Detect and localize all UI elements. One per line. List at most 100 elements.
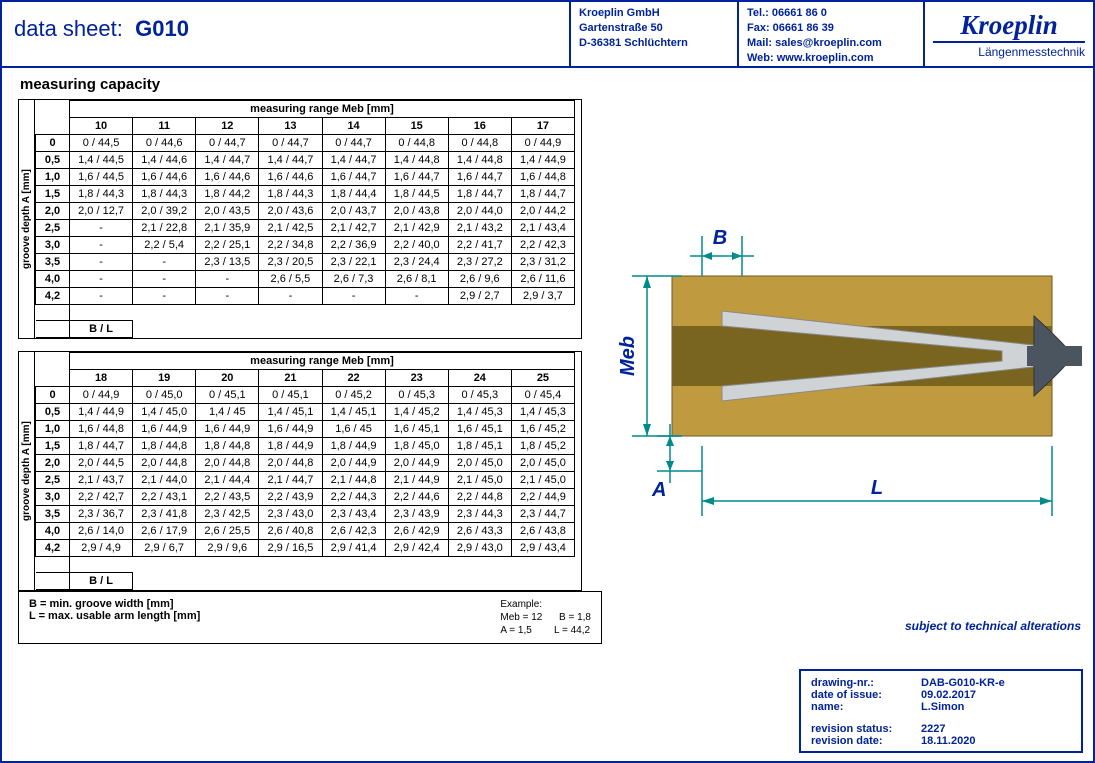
cell: 2,2 / 36,9 bbox=[322, 237, 385, 254]
brand-logo: Kroeplin Längenmesstechnik bbox=[923, 2, 1093, 66]
cell: 2,2 / 40,0 bbox=[385, 237, 448, 254]
cell: 2,2 / 42,7 bbox=[70, 489, 133, 506]
row-header: 1,5 bbox=[36, 186, 70, 203]
cell: 1,6 / 44,6 bbox=[259, 169, 322, 186]
cell: - bbox=[70, 254, 133, 271]
cell: 2,2 / 25,1 bbox=[196, 237, 259, 254]
dim-b-label: B bbox=[713, 227, 727, 249]
cell: 1,6 / 44,8 bbox=[511, 169, 574, 186]
cell: 2,3 / 31,2 bbox=[511, 254, 574, 271]
cell: 2,6 / 42,3 bbox=[322, 523, 385, 540]
cell: 1,8 / 44,8 bbox=[196, 438, 259, 455]
cell: - bbox=[70, 220, 133, 237]
info-v3: L.Simon bbox=[921, 701, 964, 713]
cell: 1,8 / 44,3 bbox=[70, 186, 133, 203]
cell: 1,4 / 45,0 bbox=[133, 404, 196, 421]
cell: 1,4 / 45,3 bbox=[448, 404, 511, 421]
table1-wrap: groove depth A [mm] measuring range Meb … bbox=[18, 99, 582, 339]
company-name: Kroeplin GmbH bbox=[579, 7, 660, 19]
row-header: 4,0 bbox=[36, 271, 70, 288]
cell: 2,3 / 43,4 bbox=[322, 506, 385, 523]
cell: 0 / 45,3 bbox=[385, 387, 448, 404]
cell: 1,8 / 44,4 bbox=[322, 186, 385, 203]
row-header: 4,2 bbox=[36, 288, 70, 305]
cell: 2,0 / 44,8 bbox=[196, 455, 259, 472]
cell: 2,1 / 44,8 bbox=[322, 472, 385, 489]
cell: 2,3 / 43,0 bbox=[259, 506, 322, 523]
cell: 2,1 / 44,4 bbox=[196, 472, 259, 489]
info-k2: date of issue: bbox=[811, 689, 921, 701]
cell: - bbox=[133, 271, 196, 288]
web-link[interactable]: www.kroeplin.com bbox=[777, 52, 874, 64]
company-city: D-36381 Schlüchtern bbox=[579, 37, 688, 49]
cell: 2,2 / 43,9 bbox=[259, 489, 322, 506]
cell: 1,6 / 44,8 bbox=[70, 421, 133, 438]
col-header: 14 bbox=[322, 118, 385, 135]
cell: - bbox=[259, 288, 322, 305]
row-header: 4,2 bbox=[36, 540, 70, 557]
cell: - bbox=[133, 254, 196, 271]
row-header: 0 bbox=[36, 135, 70, 152]
info-k3: name: bbox=[811, 701, 921, 713]
info-v5: 18.11.2020 bbox=[921, 735, 975, 747]
logo-brand: Kroeplin bbox=[959, 10, 1058, 40]
cell: 0 / 44,9 bbox=[511, 135, 574, 152]
cell: 0 / 44,7 bbox=[196, 135, 259, 152]
cell: 2,1 / 43,2 bbox=[448, 220, 511, 237]
info-k5: revision date: bbox=[811, 735, 921, 747]
cell: 1,8 / 44,9 bbox=[259, 438, 322, 455]
cell: 1,6 / 44,7 bbox=[448, 169, 511, 186]
cell: 2,2 / 42,3 bbox=[511, 237, 574, 254]
row-header: 2,5 bbox=[36, 472, 70, 489]
legend-b: B = min. groove width [mm] bbox=[29, 598, 490, 610]
cell: 2,1 / 44,9 bbox=[385, 472, 448, 489]
cell: 2,9 / 42,4 bbox=[385, 540, 448, 557]
cell: 1,8 / 44,7 bbox=[511, 186, 574, 203]
cell: - bbox=[385, 288, 448, 305]
cell: 0 / 44,8 bbox=[385, 135, 448, 152]
web-label: Web: bbox=[747, 52, 774, 64]
row-header: 2,0 bbox=[36, 455, 70, 472]
cell: 2,0 / 44,8 bbox=[133, 455, 196, 472]
cell: 2,9 / 9,6 bbox=[196, 540, 259, 557]
cell: 2,0 / 44,0 bbox=[448, 203, 511, 220]
contact-fax: Fax: 06661 86 39 bbox=[747, 22, 834, 34]
row-header: 3,0 bbox=[36, 489, 70, 506]
section-title: measuring capacity bbox=[20, 76, 602, 93]
title-label: data sheet: bbox=[14, 16, 123, 41]
col-header: 12 bbox=[196, 118, 259, 135]
row-header: 1,5 bbox=[36, 438, 70, 455]
cell: 1,6 / 45,1 bbox=[448, 421, 511, 438]
cell: 2,1 / 42,5 bbox=[259, 220, 322, 237]
cell: 2,3 / 20,5 bbox=[259, 254, 322, 271]
cell: 2,1 / 44,0 bbox=[133, 472, 196, 489]
cell: 1,8 / 44,2 bbox=[196, 186, 259, 203]
cell: 2,1 / 35,9 bbox=[196, 220, 259, 237]
cell: 2,2 / 43,5 bbox=[196, 489, 259, 506]
cell: 2,0 / 45,0 bbox=[448, 455, 511, 472]
col-header: 23 bbox=[385, 370, 448, 387]
col-header: 11 bbox=[133, 118, 196, 135]
cell: 2,0 / 44,8 bbox=[259, 455, 322, 472]
cell: 1,6 / 44,5 bbox=[70, 169, 133, 186]
cell: 1,6 / 44,6 bbox=[133, 169, 196, 186]
col-header: 20 bbox=[196, 370, 259, 387]
company-street: Gartenstraße 50 bbox=[579, 22, 663, 34]
cell: 1,4 / 45,2 bbox=[385, 404, 448, 421]
cell: - bbox=[133, 288, 196, 305]
legend-l: L = max. usable arm length [mm] bbox=[29, 610, 490, 622]
cell: 2,2 / 34,8 bbox=[259, 237, 322, 254]
row-header: 0,5 bbox=[36, 152, 70, 169]
mail-link[interactable]: sales@kroeplin.com bbox=[775, 37, 882, 49]
cell: 1,4 / 44,6 bbox=[133, 152, 196, 169]
cell: 0 / 44,6 bbox=[133, 135, 196, 152]
cell: - bbox=[196, 271, 259, 288]
cell: 1,6 / 45,2 bbox=[511, 421, 574, 438]
cell: 0 / 44,9 bbox=[70, 387, 133, 404]
cell: 0 / 44,7 bbox=[259, 135, 322, 152]
info-v2: 09.02.2017 bbox=[921, 689, 976, 701]
example-line2: A = 1,5 L = 44,2 bbox=[500, 625, 590, 636]
cell: 2,0 / 39,2 bbox=[133, 203, 196, 220]
cell: 2,0 / 44,9 bbox=[322, 455, 385, 472]
cell: 0 / 44,7 bbox=[322, 135, 385, 152]
